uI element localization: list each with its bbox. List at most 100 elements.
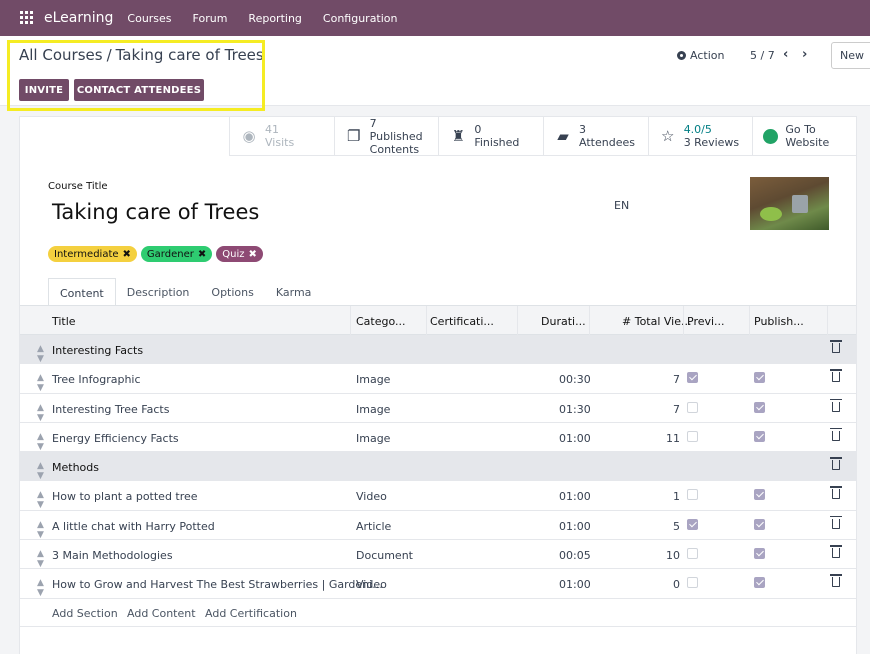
table-row[interactable]: ▲ ▼ Tree Infographic Image 00:30 7 [20, 364, 856, 394]
drag-handle-icon[interactable]: ▲ ▼ [37, 520, 44, 540]
control-panel: All Courses / Taking care of Trees INVITE … [0, 36, 870, 106]
row-category: Document [356, 549, 413, 563]
preview-checkbox[interactable] [687, 372, 698, 384]
drag-handle-icon[interactable]: ▲ ▼ [37, 344, 44, 364]
table-row[interactable]: ▲ ▼ How to Grow and Harvest The Best Stra… [20, 569, 856, 599]
form-sheet: ◉ 41 Visits ❐ 7 Published Contents ♜ 0 Finis… [19, 116, 858, 654]
table-row[interactable]: ▲ ▼ A little chat with Harry Potted Artic… [20, 511, 856, 541]
column-duration[interactable]: Durati... [541, 315, 586, 328]
preview-checkbox[interactable] [687, 577, 698, 589]
stat-visits-value: 41 [265, 123, 279, 136]
published-checkbox[interactable] [754, 430, 765, 442]
column-certification[interactable]: Certificati... [430, 315, 494, 328]
stat-finished-label: Finished [474, 136, 520, 149]
add-section-link[interactable]: Add Section [52, 607, 118, 620]
published-checkbox[interactable] [754, 372, 765, 384]
language-button[interactable]: EN [614, 199, 629, 212]
trash-icon[interactable] [830, 398, 842, 412]
action-menu[interactable]: Action [677, 49, 724, 62]
drag-handle-icon[interactable]: ▲ ▼ [37, 461, 44, 481]
stat-published-contents[interactable]: ❐ 7 Published Contents [333, 117, 439, 156]
tab-content[interactable]: Content [48, 278, 116, 306]
published-checkbox[interactable] [754, 548, 765, 560]
row-category: Image [356, 431, 391, 445]
nav-item-reporting[interactable]: Reporting [248, 12, 301, 25]
table-row[interactable]: ▲ ▼ Energy Efficiency Facts Image 01:00 1… [20, 423, 856, 453]
contact-attendees-button[interactable]: CONTACT ATTENDEES [74, 79, 204, 101]
stat-visits[interactable]: ◉ 41 Visits [229, 117, 334, 156]
course-image[interactable] [750, 177, 829, 230]
chevron-left-icon[interactable]: ‹ [783, 47, 788, 62]
row-duration: 01:00 [559, 431, 591, 445]
trash-icon[interactable] [830, 427, 842, 441]
row-duration: 00:05 [559, 549, 591, 563]
column-total-views[interactable]: # Total Vie... [622, 315, 692, 328]
column-title[interactable]: Title [52, 315, 76, 328]
drag-handle-icon[interactable]: ▲ ▼ [37, 578, 44, 598]
tab-karma[interactable]: Karma [265, 278, 323, 306]
breadcrumb-parent[interactable]: All Courses [19, 46, 103, 64]
section-row[interactable]: ▲ ▼ Methods [20, 452, 856, 482]
drag-handle-icon[interactable]: ▲ ▼ [37, 373, 44, 393]
tab-description[interactable]: Description [116, 278, 201, 306]
stat-finished[interactable]: ♜ 0 Finished [438, 117, 544, 156]
row-category: Article [356, 519, 392, 533]
row-views: 1 [673, 490, 680, 504]
preview-checkbox[interactable] [687, 518, 698, 530]
stat-go-to-website[interactable]: Go To Website [752, 117, 858, 156]
column-preview[interactable]: Previ... [687, 315, 725, 328]
apps-grid-icon[interactable] [20, 11, 34, 25]
table-row[interactable]: ▲ ▼ Interesting Tree Facts Image 01:30 7 [20, 394, 856, 423]
table-row[interactable]: ▲ ▼ 3 Main Methodologies Document 00:05 1… [20, 540, 856, 570]
stat-attendees[interactable]: ▰ 3 Attendees [543, 117, 648, 156]
column-category[interactable]: Catego... [356, 315, 406, 328]
preview-checkbox[interactable] [687, 401, 698, 413]
pager-value[interactable]: 5 / 7 [750, 49, 775, 62]
app-name[interactable]: eLearning [44, 10, 113, 26]
invite-button[interactable]: INVITE [19, 79, 69, 101]
drag-handle-icon[interactable]: ▲ ▼ [37, 549, 44, 569]
nav-item-forum[interactable]: Forum [193, 12, 228, 25]
row-duration: 01:30 [559, 402, 591, 416]
close-icon[interactable]: ✖ [198, 249, 206, 260]
trash-icon[interactable] [830, 340, 842, 353]
trash-icon[interactable] [830, 457, 842, 471]
nav-item-configuration[interactable]: Configuration [323, 12, 398, 25]
drag-handle-icon[interactable]: ▲ ▼ [37, 490, 44, 510]
eye-icon: ◉ [242, 126, 256, 145]
tab-options[interactable]: Options [200, 278, 264, 306]
chevron-right-icon[interactable]: › [802, 47, 807, 62]
published-checkbox[interactable] [754, 577, 765, 589]
trash-icon[interactable] [830, 515, 842, 529]
trash-icon[interactable] [830, 574, 842, 588]
preview-checkbox[interactable] [687, 548, 698, 560]
close-icon[interactable]: ✖ [123, 249, 131, 260]
breadcrumb-separator: / [106, 46, 112, 64]
column-published[interactable]: Publish... [754, 315, 804, 328]
preview-checkbox[interactable] [687, 489, 698, 501]
trash-icon[interactable] [830, 369, 842, 383]
drag-handle-icon[interactable]: ▲ ▼ [37, 403, 44, 423]
nav-item-courses[interactable]: Courses [127, 12, 171, 25]
preview-checkbox[interactable] [687, 430, 698, 442]
action-label: Action [690, 49, 725, 62]
new-button[interactable]: New [831, 42, 870, 69]
table-row[interactable]: ▲ ▼ How to plant a potted tree Video 01:0… [20, 481, 856, 511]
drag-handle-icon[interactable]: ▲ ▼ [37, 432, 44, 452]
trash-icon[interactable] [830, 545, 842, 559]
published-checkbox[interactable] [754, 518, 765, 530]
published-checkbox[interactable] [754, 401, 765, 413]
close-icon[interactable]: ✖ [248, 249, 256, 260]
stat-reviews[interactable]: ☆ 4.0/5 3 Reviews [647, 117, 753, 156]
trophy-icon: ♜ [451, 126, 466, 145]
add-content-link[interactable]: Add Content [127, 607, 196, 620]
row-title: How to Grow and Harvest The Best Strawbe… [52, 578, 383, 592]
published-checkbox[interactable] [754, 489, 765, 501]
graduation-cap-icon: ▰ [557, 126, 569, 145]
course-title-field[interactable]: Taking care of Trees [52, 200, 259, 224]
section-row[interactable]: ▲ ▼ Interesting Facts [20, 335, 856, 365]
row-views: 10 [666, 549, 680, 563]
section-title: Methods [52, 461, 99, 475]
trash-icon[interactable] [830, 486, 842, 500]
add-certification-link[interactable]: Add Certification [205, 607, 297, 620]
